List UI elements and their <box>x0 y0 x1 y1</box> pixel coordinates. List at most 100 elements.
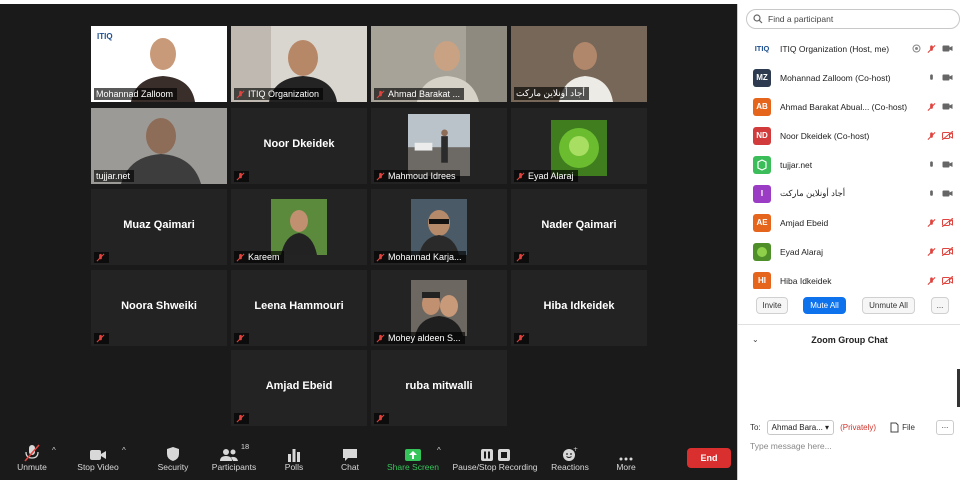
avatar: ITIQ <box>753 39 771 58</box>
leaf-avatar-icon <box>757 246 767 257</box>
privately-label: (Privately) <box>840 423 877 432</box>
mic-off-icon <box>927 218 936 227</box>
video-tile[interactable]: Amjad Ebeid <box>231 350 367 426</box>
video-tile[interactable]: ITIQ Mohannad Zalloom <box>91 26 227 102</box>
unmute-all-button[interactable]: Unmute All <box>862 297 915 314</box>
tile-name-label: Eyad Alaraj <box>514 170 578 182</box>
participant-row[interactable]: AE Amjad Ebeid <box>738 208 960 237</box>
participant-row[interactable]: AB Ahmad Barakat Abual... (Co-host) <box>738 92 960 121</box>
avatar <box>753 242 771 261</box>
participants-panel: Find a participant ITIQ ITIQ Organizatio… <box>737 4 960 480</box>
tile-name-label: Mohannad Zalloom <box>94 88 178 100</box>
video-on-icon <box>942 74 953 81</box>
video-tile[interactable]: Ahmad Barakat ... <box>371 26 507 102</box>
participant-photo <box>271 199 327 255</box>
recipient-select[interactable]: Ahmad Bara... ▾ <box>766 420 835 435</box>
video-camera-icon <box>90 450 106 460</box>
tile-name-label: tujjar.net <box>94 170 135 182</box>
participant-photo <box>411 199 467 255</box>
more-button[interactable]: More <box>612 442 640 472</box>
chat-more-button[interactable]: ... <box>936 420 954 435</box>
stop-icon <box>497 449 510 461</box>
video-tile[interactable]: أجاد أونلاين ماركت <box>511 26 647 102</box>
participant-row[interactable]: Eyad Alaraj <box>738 237 960 266</box>
meeting-toolbar: Unmute ^ Stop Video ^ Security 18 Partic… <box>0 438 737 480</box>
video-tile[interactable]: Mohey aldeen S... <box>371 270 507 346</box>
chat-button[interactable]: Chat <box>336 442 364 472</box>
share-screen-button[interactable]: Share Screen <box>386 442 440 472</box>
mic-off-icon <box>516 334 525 343</box>
video-tile[interactable]: Mohannad Karja... <box>371 189 507 265</box>
video-tile[interactable]: Leena Hammouri <box>231 270 367 346</box>
search-placeholder: Find a participant <box>768 14 834 24</box>
security-button[interactable]: Security <box>155 442 191 472</box>
video-tile[interactable]: Noora Shweiki <box>91 270 227 346</box>
video-tile[interactable]: Nader Qaimari <box>511 189 647 265</box>
video-tile[interactable]: Noor Dkeidek <box>231 108 367 184</box>
participant-name: Leena Hammouri <box>254 300 344 312</box>
video-tile[interactable]: Hiba Idkeidek <box>511 270 647 346</box>
tile-name-label: Ahmad Barakat ... <box>374 88 465 100</box>
avatar: AB <box>753 97 771 116</box>
more-options-button[interactable]: ... <box>931 297 949 314</box>
video-tile[interactable]: Kareem <box>231 189 367 265</box>
participants-button[interactable]: 18 Participants <box>210 442 258 472</box>
tile-name-label <box>234 333 249 344</box>
video-on-icon <box>942 161 953 168</box>
video-tile[interactable]: tujjar.net <box>91 108 227 184</box>
participant-name: Noora Shweiki <box>121 300 197 312</box>
invite-button[interactable]: Invite <box>756 297 788 314</box>
participant-name: Hiba Idkeidek <box>543 300 615 312</box>
participant-row[interactable]: HI Hiba Idkeidek <box>738 266 960 289</box>
participant-row[interactable]: ITIQ ITIQ Organization (Host, me) <box>738 34 960 63</box>
tile-name-label <box>514 252 529 263</box>
mic-off-icon <box>236 172 245 181</box>
participants-count: 18 <box>240 442 250 451</box>
end-meeting-button[interactable]: End <box>687 448 731 468</box>
video-tile[interactable]: Eyad Alaraj <box>511 108 647 184</box>
audio-options-caret[interactable]: ^ <box>52 446 56 455</box>
video-tile[interactable]: ruba mitwalli <box>371 350 507 426</box>
participant-photo <box>411 280 467 336</box>
video-options-caret[interactable]: ^ <box>122 446 126 455</box>
tile-name-label: Kareem <box>234 251 284 263</box>
gallery-view: ITIQ Mohannad Zalloom ITIQ Organization <box>0 4 737 480</box>
file-icon <box>890 422 899 433</box>
record-icon <box>912 44 921 53</box>
tile-name-label <box>374 413 389 424</box>
mic-off-icon <box>236 414 245 423</box>
zoom-app: ITIQ Mohannad Zalloom ITIQ Organization <box>0 0 960 480</box>
message-input[interactable]: Type message here... <box>750 441 832 451</box>
participant-search[interactable]: Find a participant <box>746 9 960 29</box>
mic-off-icon <box>376 414 385 423</box>
mic-muted-icon <box>24 444 40 462</box>
unmute-button[interactable]: Unmute <box>14 442 50 472</box>
mic-off-icon <box>927 247 936 256</box>
participant-row[interactable]: tujjar.net <box>738 150 960 179</box>
tile-name-label: Mohey aldeen S... <box>374 332 465 344</box>
video-off-icon <box>942 218 953 227</box>
mic-off-icon <box>96 334 105 343</box>
video-tile[interactable]: Muaz Qaimari <box>91 189 227 265</box>
polls-button[interactable]: Polls <box>280 442 308 472</box>
stop-video-button[interactable]: Stop Video <box>76 442 120 472</box>
mic-off-icon <box>376 253 385 261</box>
mic-off-icon <box>516 172 525 180</box>
file-button[interactable]: File <box>890 422 915 433</box>
participant-row[interactable]: ND Noor Dkeidek (Co-host) <box>738 121 960 150</box>
share-options-caret[interactable]: ^ <box>437 446 441 455</box>
participant-row[interactable]: MZ Mohannad Zalloom (Co-host) <box>738 63 960 92</box>
pause-icon <box>480 449 493 461</box>
recording-button[interactable]: Pause/Stop Recording <box>452 442 538 472</box>
tile-name-label: Mahmoud Idrees <box>374 170 460 182</box>
mute-all-button[interactable]: Mute All <box>803 297 846 314</box>
video-tile[interactable]: ITIQ Organization <box>231 26 367 102</box>
tile-name-label <box>514 333 529 344</box>
to-label: To: <box>750 423 761 432</box>
participant-name: Nader Qaimari <box>541 219 617 231</box>
participant-row[interactable]: I أجاد أونلاين ماركت <box>738 179 960 208</box>
video-tile[interactable]: Mahmoud Idrees <box>371 108 507 184</box>
tile-name-label <box>94 333 109 344</box>
video-on-icon <box>942 45 953 52</box>
reactions-button[interactable]: + Reactions <box>550 442 590 472</box>
